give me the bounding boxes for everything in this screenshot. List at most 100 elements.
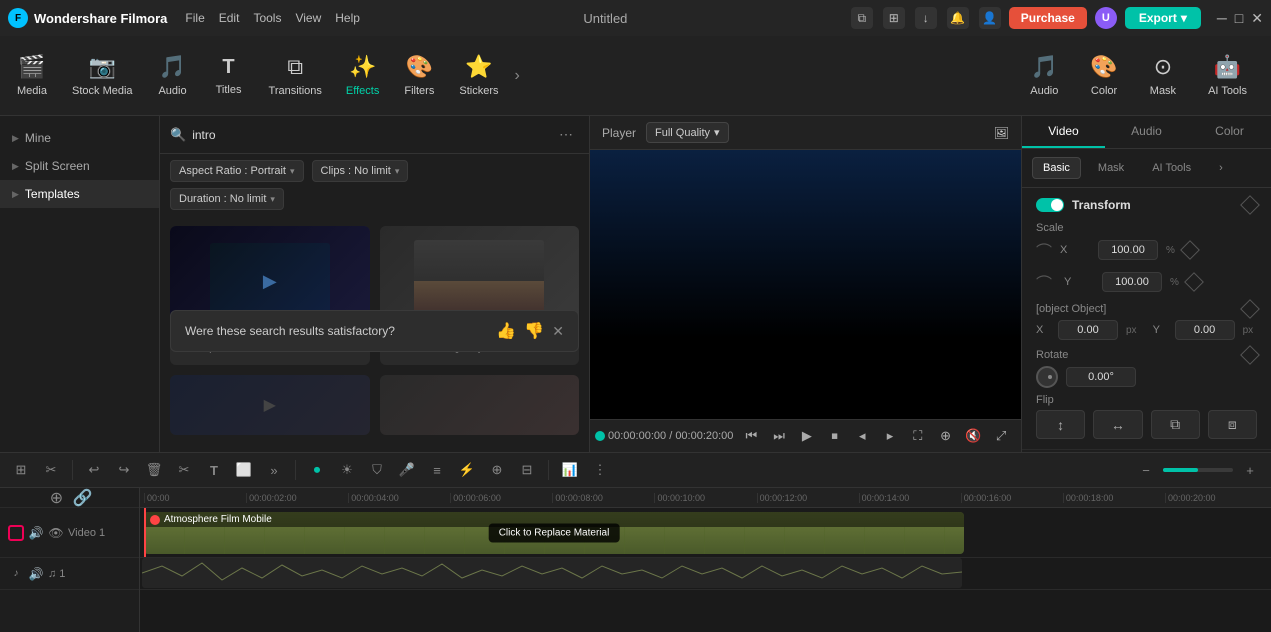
flip-both-button[interactable]: ⧉ — [1151, 410, 1200, 439]
settings-icon[interactable]: ⊞ — [883, 7, 905, 29]
toolbar-ai-tools[interactable]: 🤖 AI Tools — [1196, 48, 1259, 103]
purchase-button[interactable]: Purchase — [1009, 7, 1087, 29]
quality-selector[interactable]: Full Quality ▾ — [646, 122, 729, 143]
mute-button[interactable]: 🔇 — [963, 426, 983, 446]
pos-x-input[interactable] — [1058, 320, 1118, 340]
audio-track-speaker[interactable]: 🔊 — [28, 566, 44, 582]
scale-x-input[interactable] — [1098, 240, 1158, 260]
aspect-ratio-filter[interactable]: Aspect Ratio : Portrait ▾ — [170, 160, 304, 182]
download-icon[interactable]: ↓ — [915, 7, 937, 29]
audio-track-icon[interactable]: ♪ — [8, 566, 24, 582]
frame-back-button[interactable]: ⏭ — [769, 426, 789, 446]
tl-redo-button[interactable]: ↪ — [111, 457, 137, 483]
menu-view[interactable]: View — [295, 11, 321, 25]
flip-horizontal-button[interactable]: ↔ — [1093, 410, 1142, 439]
avatar[interactable]: U — [1095, 7, 1117, 29]
tab-audio[interactable]: Audio — [1105, 116, 1188, 148]
tl-delete-button[interactable]: 🗑 — [141, 457, 167, 483]
subtab-mask[interactable]: Mask — [1087, 157, 1135, 179]
rotate-keyframe[interactable] — [1240, 345, 1260, 365]
track-video-icon[interactable] — [8, 525, 24, 541]
thumbup-button[interactable]: 👍 — [496, 321, 516, 341]
maximize-button[interactable]: □ — [1235, 10, 1243, 27]
track-speaker-icon[interactable]: 🔊 — [28, 525, 44, 541]
duration-filter[interactable]: Duration : No limit ▾ — [170, 188, 284, 210]
close-button[interactable]: ✕ — [1251, 10, 1263, 27]
search-more-button[interactable]: ⋯ — [553, 124, 579, 145]
transform-toggle[interactable] — [1036, 198, 1064, 212]
tl-mask-button[interactable]: ⛉ — [364, 457, 390, 483]
subtab-basic[interactable]: Basic — [1032, 157, 1081, 179]
toolbar-titles[interactable]: T Titles — [201, 36, 257, 115]
subtab-ai-tools[interactable]: AI Tools — [1141, 157, 1202, 179]
toolbar-expand[interactable]: › — [510, 36, 523, 115]
subtab-more[interactable]: › — [1208, 157, 1234, 179]
toolbar-stock-media[interactable]: 📷 Stock Media — [60, 36, 145, 115]
menu-help[interactable]: Help — [335, 11, 360, 25]
transform-keyframe-button[interactable] — [1240, 195, 1260, 215]
tl-speed-button[interactable]: ⚡ — [454, 457, 480, 483]
mark-in-button[interactable]: ◂ — [852, 426, 872, 446]
pos-y-input[interactable] — [1175, 320, 1235, 340]
toolbar-effects[interactable]: ✨ Effects — [334, 36, 391, 115]
toolbar-stickers[interactable]: ⭐ Stickers — [447, 36, 510, 115]
tl-add-track-button[interactable]: ⊕ — [484, 457, 510, 483]
clips-filter[interactable]: Clips : No limit ▾ — [312, 160, 409, 182]
menu-edit[interactable]: Edit — [219, 11, 240, 25]
add-marker-button[interactable]: ⊕ — [936, 426, 956, 446]
tab-color[interactable]: Color — [1188, 116, 1271, 148]
scale-y-keyframe[interactable] — [1184, 272, 1204, 292]
tl-grid-button[interactable]: ⋮ — [587, 457, 613, 483]
toolbar-audio[interactable]: 🎵 Audio — [145, 36, 201, 115]
toolbar-transitions[interactable]: ⧉ Transitions — [257, 36, 334, 115]
transform-toggle-switch[interactable] — [1036, 198, 1064, 212]
mark-out-button[interactable]: ▸ — [880, 426, 900, 446]
feedback-close-button[interactable]: ✕ — [552, 323, 564, 340]
toolbar-color[interactable]: 🎨 Color — [1078, 48, 1129, 103]
restore-icon[interactable]: ⧉ — [851, 7, 873, 29]
tl-record-button[interactable]: ⏺ — [304, 457, 330, 483]
zoom-plus-button[interactable]: + — [1237, 457, 1263, 483]
scale-y-input[interactable] — [1102, 272, 1162, 292]
tl-audio-button[interactable]: 🎤 — [394, 457, 420, 483]
tl-cut-button[interactable]: ✂ — [171, 457, 197, 483]
fullscreen-button[interactable]: ⤢ — [991, 426, 1011, 446]
flip-vertical-button[interactable]: ↕ — [1036, 410, 1085, 439]
flip-reset-button[interactable]: ⧈ — [1208, 410, 1257, 439]
play-button[interactable]: ▶ — [797, 426, 817, 446]
cat-split-screen[interactable]: ▶ Split Screen — [0, 152, 159, 180]
minimize-button[interactable]: ─ — [1217, 10, 1227, 27]
scale-x-keyframe[interactable] — [1180, 240, 1200, 260]
tl-color-button[interactable]: ☀ — [334, 457, 360, 483]
rotate-input[interactable] — [1066, 367, 1136, 387]
tl-rect-button[interactable]: ⬜ — [231, 457, 257, 483]
notification-icon[interactable]: 🔔 — [947, 7, 969, 29]
menu-tools[interactable]: Tools — [253, 11, 281, 25]
template-card-3[interactable]: ▶ — [170, 375, 370, 435]
cat-templates[interactable]: ▶ Templates — [0, 180, 159, 208]
toolbar-media[interactable]: 🎬 Media — [4, 36, 60, 115]
tab-video[interactable]: Video — [1022, 116, 1105, 148]
skip-back-button[interactable]: ⏮ — [741, 426, 761, 446]
tl-sub-button[interactable]: ⊟ — [514, 457, 540, 483]
tl-magnet-button[interactable]: ✂ — [38, 457, 64, 483]
track-eye-icon[interactable]: 👁 — [48, 525, 64, 541]
zoom-slider[interactable] — [1163, 468, 1233, 472]
zoom-minus-button[interactable]: − — [1133, 457, 1159, 483]
extract-button[interactable]: ⛶ — [908, 426, 928, 446]
stop-button[interactable]: ⏹ — [825, 426, 845, 446]
thumbdown-button[interactable]: 👎 — [524, 321, 544, 341]
template-card-4[interactable] — [380, 375, 580, 435]
toolbar-filters[interactable]: 🎨 Filters — [391, 36, 447, 115]
toolbar-audio-right[interactable]: 🎵 Audio — [1018, 48, 1070, 103]
video-clip[interactable]: Atmosphere Film Mobile Click to Replace … — [144, 512, 964, 554]
cat-mine[interactable]: ▶ Mine — [0, 124, 159, 152]
tl-text-button[interactable]: T — [201, 457, 227, 483]
position-keyframe[interactable] — [1240, 299, 1260, 319]
toolbar-mask[interactable]: ⊙ Mask — [1138, 48, 1188, 103]
player-settings-icon[interactable]: 🖼 — [994, 126, 1009, 140]
profile-icon[interactable]: 👤 — [979, 7, 1001, 29]
tl-undo-button[interactable]: ↩ — [81, 457, 107, 483]
tl-meter-button[interactable]: 📊 — [557, 457, 583, 483]
search-input[interactable] — [192, 128, 547, 142]
